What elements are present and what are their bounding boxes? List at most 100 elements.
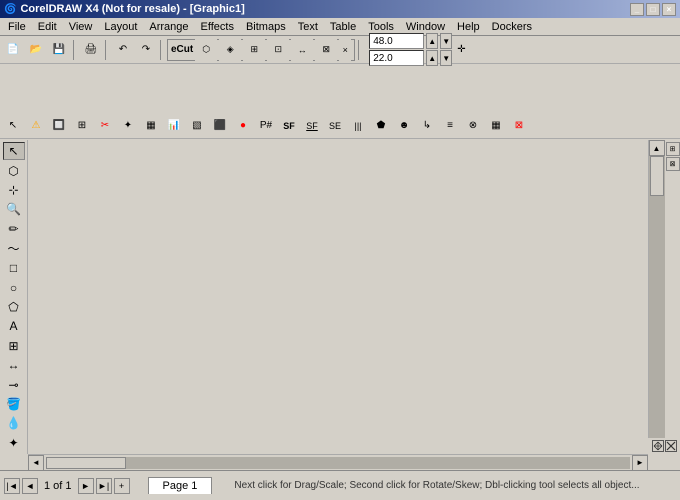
menu-edit[interactable]: Edit: [32, 20, 63, 34]
tool-shape[interactable]: ⬡: [3, 161, 25, 179]
tool-ellipse[interactable]: ○: [3, 278, 25, 296]
menu-layout[interactable]: Layout: [98, 20, 143, 34]
ecut-btn6[interactable]: ⊠: [315, 39, 337, 61]
tool-connector[interactable]: ⊸: [3, 375, 25, 393]
undo-button[interactable]: ↶: [112, 39, 134, 61]
tool-t18[interactable]: ≡: [439, 115, 461, 137]
page-last-btn[interactable]: ►|: [96, 478, 112, 494]
redo-button[interactable]: ↷: [135, 39, 157, 61]
tool-table[interactable]: ⊞: [3, 337, 25, 355]
ecut-btn3[interactable]: ⊞: [243, 39, 265, 61]
tool-t14[interactable]: |||: [347, 115, 369, 137]
menu-file[interactable]: File: [2, 20, 32, 34]
tool-t19[interactable]: ⊗: [462, 115, 484, 137]
tool-t4[interactable]: ✦: [117, 115, 139, 137]
tool-warn[interactable]: ⚠: [25, 115, 47, 137]
tool-freehand[interactable]: ✏: [3, 220, 25, 238]
tool-t10[interactable]: P#: [255, 115, 277, 137]
print-button[interactable]: 🖨: [80, 39, 102, 61]
tool-t7[interactable]: ▧: [186, 115, 208, 137]
separator-4: [358, 40, 362, 60]
tool-select[interactable]: ↖: [2, 115, 24, 137]
open-button[interactable]: 📂: [25, 39, 47, 61]
scroll-track-v[interactable]: [649, 156, 665, 438]
menu-text[interactable]: Text: [292, 20, 324, 34]
scroll-left-btn[interactable]: ◄: [28, 455, 44, 471]
page-prev-btn[interactable]: ◄: [22, 478, 38, 494]
scroll-thumb-v[interactable]: [650, 156, 664, 196]
tool-eyedrop[interactable]: 💧: [3, 414, 25, 432]
ecut-btn2[interactable]: ◈: [219, 39, 241, 61]
status-message: Next click for Drag/Scale; Second click …: [234, 480, 639, 491]
tool-t12[interactable]: SF: [301, 115, 323, 137]
ecut-btn4[interactable]: ⊡: [267, 39, 289, 61]
tool-outline[interactable]: ✦: [3, 434, 25, 452]
separator-3: [160, 40, 164, 60]
tool-text[interactable]: A: [3, 317, 25, 335]
tool-polygon[interactable]: ⬠: [3, 298, 25, 316]
height-up[interactable]: ▲: [426, 50, 438, 66]
separator-1: [73, 40, 77, 60]
title-text: CorelDRAW X4 (Not for resale) - [Graphic…: [20, 3, 244, 15]
tool-t13[interactable]: SE: [324, 115, 346, 137]
ecut-btn5[interactable]: ↔: [291, 39, 313, 61]
menu-bar: File Edit View Layout Arrange Effects Bi…: [0, 18, 680, 36]
tool-t17[interactable]: ↳: [416, 115, 438, 137]
ecut-btn1[interactable]: ⬡: [195, 39, 217, 61]
hscroll-track[interactable]: [46, 457, 630, 469]
rp-btn2[interactable]: ⊠: [666, 157, 680, 171]
tool-t2[interactable]: ⊞: [71, 115, 93, 137]
menu-table[interactable]: Table: [324, 20, 362, 34]
width-down[interactable]: ▼: [440, 33, 452, 49]
width-up[interactable]: ▲: [426, 33, 438, 49]
tool-t5[interactable]: ▦: [140, 115, 162, 137]
tool-rect[interactable]: □: [3, 259, 25, 277]
tool-t11[interactable]: SF: [278, 115, 300, 137]
rp-btn1[interactable]: ⊞: [666, 142, 680, 156]
menu-bitmaps[interactable]: Bitmaps: [240, 20, 292, 34]
tool-t16[interactable]: ☻: [393, 115, 415, 137]
tool-t6[interactable]: 📊: [163, 115, 185, 137]
tool-smart[interactable]: 〜: [3, 239, 25, 258]
maximize-button[interactable]: □: [646, 3, 660, 16]
title-bar: 🌀 CorelDRAW X4 (Not for resale) - [Graph…: [0, 0, 680, 18]
tool-fill[interactable]: 🪣: [3, 395, 25, 413]
save-button[interactable]: 💾: [48, 39, 70, 61]
new-button[interactable]: 📄: [2, 39, 24, 61]
tool-t21[interactable]: ⊠: [508, 115, 530, 137]
scroll-up-btn[interactable]: ▲: [649, 140, 665, 156]
page-add-btn[interactable]: +: [114, 478, 130, 494]
menu-view[interactable]: View: [63, 20, 99, 34]
ecut-close-btn[interactable]: ×: [339, 39, 351, 61]
menu-arrange[interactable]: Arrange: [143, 20, 194, 34]
separator-2: [105, 40, 109, 60]
tool-t20[interactable]: ▦: [485, 115, 507, 137]
menu-effects[interactable]: Effects: [195, 20, 240, 34]
close-button[interactable]: ×: [662, 3, 676, 16]
tool-arrow[interactable]: ↖: [3, 142, 25, 160]
tool-t8[interactable]: ⬛: [209, 115, 231, 137]
cursor-pos: ✛: [457, 44, 465, 55]
width-input[interactable]: [369, 33, 424, 49]
menu-dockers[interactable]: Dockers: [486, 20, 538, 34]
menu-tools[interactable]: Tools: [362, 20, 400, 34]
tool-t1[interactable]: 🔲: [48, 115, 70, 137]
tool-t15[interactable]: ⬟: [370, 115, 392, 137]
right-panel: ⊞ ⊠: [664, 140, 680, 454]
menu-help[interactable]: Help: [451, 20, 486, 34]
tool-crop[interactable]: ⊹: [3, 181, 25, 199]
page-tab[interactable]: Page 1: [148, 477, 213, 494]
height-input[interactable]: [369, 50, 424, 66]
page-first-btn[interactable]: |◄: [4, 478, 20, 494]
tool-t3[interactable]: ✂: [94, 115, 116, 137]
tool-t9[interactable]: ●: [232, 115, 254, 137]
scroll-right-btn[interactable]: ►: [632, 455, 648, 471]
minimize-button[interactable]: _: [630, 3, 644, 16]
page-next-btn[interactable]: ►: [78, 478, 94, 494]
hscroll-thumb[interactable]: [46, 457, 126, 469]
tool-dim[interactable]: ↔: [3, 356, 25, 374]
height-down[interactable]: ▼: [440, 50, 452, 66]
right-scrollbar: ▲ ▼: [648, 140, 664, 454]
tool-zoom[interactable]: 🔍: [3, 200, 25, 218]
menu-window[interactable]: Window: [400, 20, 451, 34]
